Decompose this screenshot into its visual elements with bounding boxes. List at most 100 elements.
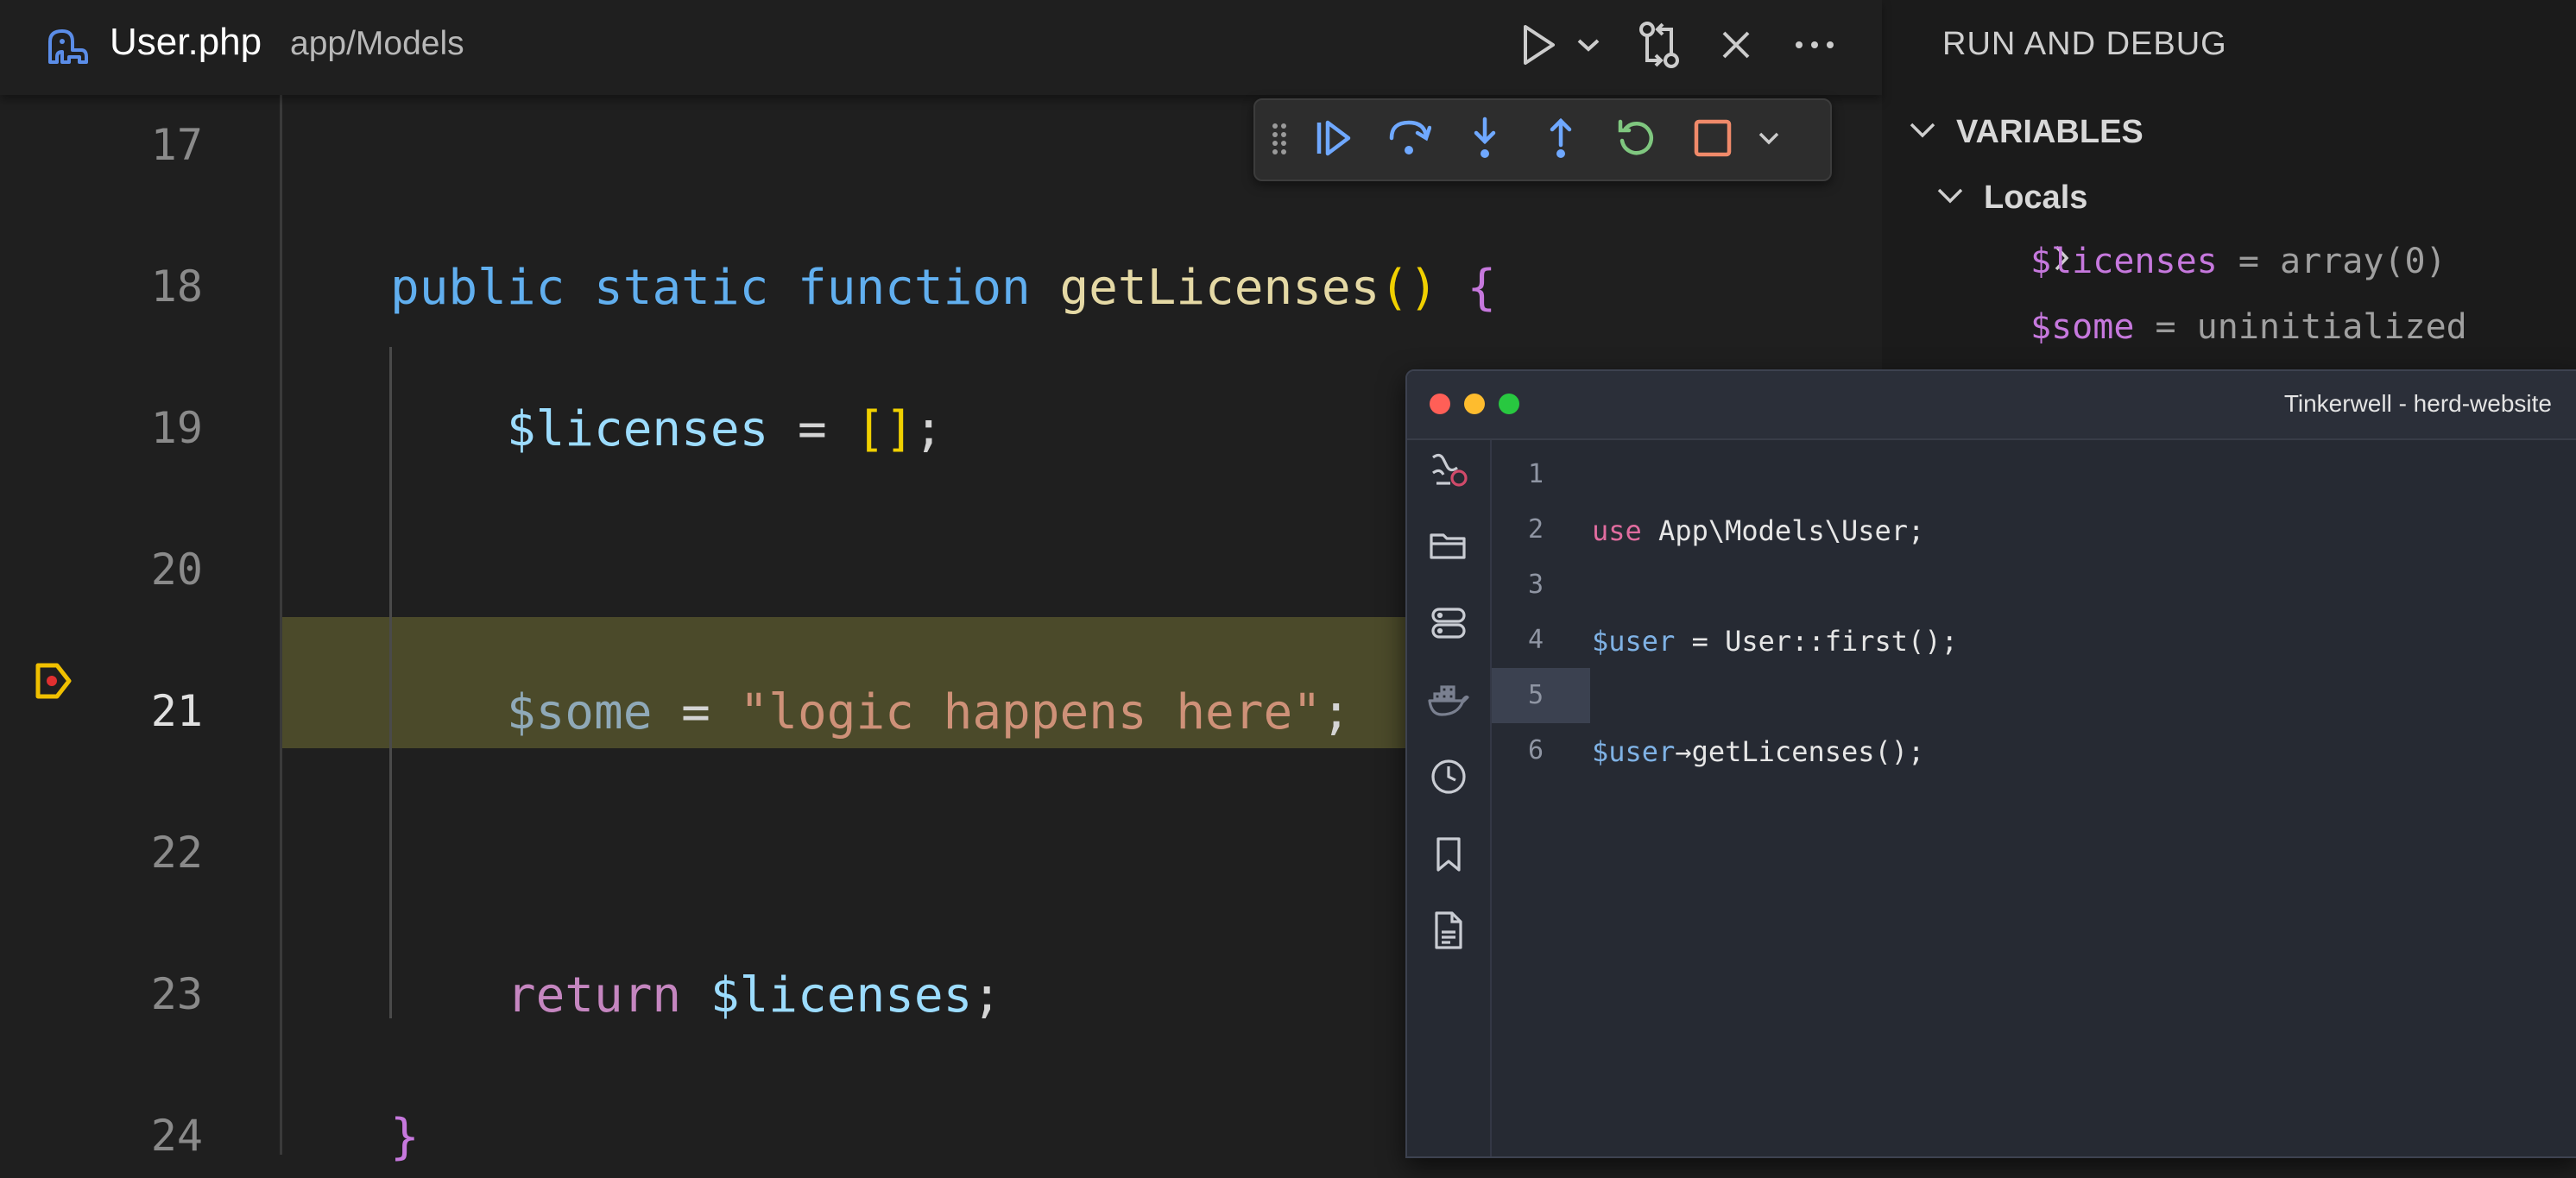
restart-icon bbox=[1615, 117, 1658, 164]
code-token: "logic happens here" bbox=[739, 684, 1322, 740]
stop-button[interactable] bbox=[1685, 112, 1740, 167]
line-number[interactable]: 23 bbox=[104, 969, 203, 1019]
line-number: 2 bbox=[1527, 514, 1544, 545]
tinkerwell-code-line[interactable]: 1 bbox=[1492, 447, 2576, 502]
code-token: [] bbox=[856, 401, 914, 457]
step-into-button[interactable] bbox=[1457, 112, 1512, 167]
variable-name: $licenses bbox=[2030, 242, 2218, 281]
tinkerwell-code-editor[interactable]: 12 use App\Models\User;34 $user = User::fi… bbox=[1492, 440, 2576, 1156]
tinkerwell-code-line[interactable]: 3 bbox=[1492, 558, 2576, 613]
continue-button[interactable] bbox=[1305, 112, 1361, 167]
code-token: $user bbox=[1592, 625, 1676, 658]
variables-section-header[interactable]: VARIABLES bbox=[1908, 110, 2144, 154]
compare-changes-icon bbox=[1637, 19, 1682, 75]
run-options-dropdown[interactable] bbox=[1573, 19, 1604, 74]
database-icon[interactable] bbox=[1428, 602, 1469, 644]
code-text: $licenses = []; bbox=[390, 401, 944, 457]
code-text: $some = "logic happens here"; bbox=[390, 684, 1351, 740]
code-token: ; bbox=[972, 967, 1002, 1024]
tinkerwell-code-line[interactable]: 6 $user→getLicenses(); bbox=[1492, 723, 2576, 778]
debug-toolbar bbox=[1253, 98, 1832, 181]
code-text: public static function getLicenses() { bbox=[390, 260, 1496, 316]
debug-options-dropdown[interactable] bbox=[1749, 112, 1789, 167]
restart-button[interactable] bbox=[1609, 112, 1664, 167]
variables-title: VARIABLES bbox=[1956, 113, 2144, 150]
code-token: static bbox=[594, 260, 769, 316]
line-number: 1 bbox=[1527, 459, 1544, 489]
more-actions-icon bbox=[1794, 39, 1835, 54]
window-minimize-button[interactable] bbox=[1464, 394, 1485, 414]
code-token: use bbox=[1592, 514, 1642, 547]
code-line[interactable]: 18 public static function getLicenses() { bbox=[0, 243, 1882, 329]
variable-value: array(0) bbox=[2280, 242, 2447, 281]
window-zoom-button[interactable] bbox=[1499, 394, 1519, 414]
drag-handle-icon bbox=[1270, 121, 1289, 160]
bookmark-icon[interactable] bbox=[1428, 834, 1469, 875]
close-icon bbox=[1720, 29, 1752, 65]
more-actions-button[interactable] bbox=[1789, 19, 1840, 74]
line-number[interactable]: 19 bbox=[104, 403, 203, 453]
line-number[interactable]: 22 bbox=[104, 828, 203, 878]
code-token: } bbox=[390, 1109, 420, 1165]
debug-icon[interactable] bbox=[1428, 449, 1469, 490]
variable-name: $some bbox=[2030, 307, 2135, 347]
chevron-down-icon bbox=[1575, 36, 1601, 58]
folder-icon[interactable] bbox=[1428, 525, 1469, 566]
php-elephant-icon bbox=[43, 24, 92, 72]
code-text: $user→getLicenses(); bbox=[1592, 735, 1924, 768]
line-number: 6 bbox=[1527, 735, 1544, 765]
step-out-button[interactable] bbox=[1533, 112, 1588, 167]
variable-row[interactable]: $some = uninitialized bbox=[1994, 306, 2467, 349]
code-text: $user = User::first(); bbox=[1592, 625, 1958, 658]
step-over-button[interactable] bbox=[1381, 112, 1436, 167]
compare-changes-button[interactable] bbox=[1633, 19, 1685, 74]
tinkerwell-titlebar[interactable]: Tinkerwell - herd-website bbox=[1407, 371, 2576, 440]
variable-row[interactable]: $licenses = array(0) bbox=[1994, 240, 2447, 283]
tinkerwell-code-line[interactable]: 2 use App\Models\User; bbox=[1492, 502, 2576, 558]
tinkerwell-code-line[interactable]: 4 $user = User::first(); bbox=[1492, 613, 2576, 668]
chevron-down-icon bbox=[1935, 186, 1965, 210]
close-editor-button[interactable] bbox=[1714, 19, 1758, 74]
line-number[interactable]: 20 bbox=[104, 545, 203, 595]
step-into-icon bbox=[1466, 116, 1504, 165]
tinkerwell-code-line[interactable]: 5 bbox=[1492, 668, 2576, 723]
code-token: →getLicenses(); bbox=[1675, 735, 1925, 768]
code-token: $licenses bbox=[506, 401, 769, 457]
chevron-down-icon bbox=[1757, 130, 1781, 150]
code-token: $some bbox=[506, 684, 653, 740]
code-token: = bbox=[768, 401, 856, 457]
history-icon[interactable] bbox=[1428, 756, 1469, 797]
code-token: ; bbox=[1321, 684, 1351, 740]
file-name[interactable]: User.php bbox=[110, 21, 262, 64]
docker-icon[interactable] bbox=[1428, 678, 1469, 720]
line-number: 4 bbox=[1527, 625, 1544, 655]
tinkerwell-title: Tinkerwell - herd-website bbox=[2283, 390, 2552, 417]
stop-icon bbox=[1693, 118, 1733, 162]
run-button[interactable] bbox=[1518, 19, 1561, 74]
variable-equals: = bbox=[2134, 307, 2197, 347]
tinkerwell-sidebar bbox=[1407, 440, 1492, 1156]
code-token: = User::first(); bbox=[1675, 625, 1958, 658]
line-number[interactable]: 21 bbox=[104, 686, 203, 736]
step-out-icon bbox=[1542, 116, 1580, 165]
line-number[interactable]: 18 bbox=[104, 261, 203, 312]
code-text: use App\Models\User; bbox=[1592, 514, 1924, 547]
debug-toolbar-drag-handle[interactable] bbox=[1262, 112, 1297, 167]
run-icon bbox=[1520, 23, 1558, 71]
window-close-button[interactable] bbox=[1430, 394, 1450, 414]
variable-value: uninitialized bbox=[2196, 307, 2467, 347]
line-number[interactable]: 17 bbox=[104, 120, 203, 170]
code-token: public bbox=[390, 260, 565, 316]
file-path: app/Models bbox=[290, 25, 464, 62]
code-token: ; bbox=[913, 401, 944, 457]
document-icon[interactable] bbox=[1428, 910, 1469, 951]
line-number[interactable]: 24 bbox=[104, 1111, 203, 1161]
line-number: 5 bbox=[1527, 680, 1544, 710]
panel-title: RUN AND DEBUG bbox=[1942, 26, 2227, 62]
